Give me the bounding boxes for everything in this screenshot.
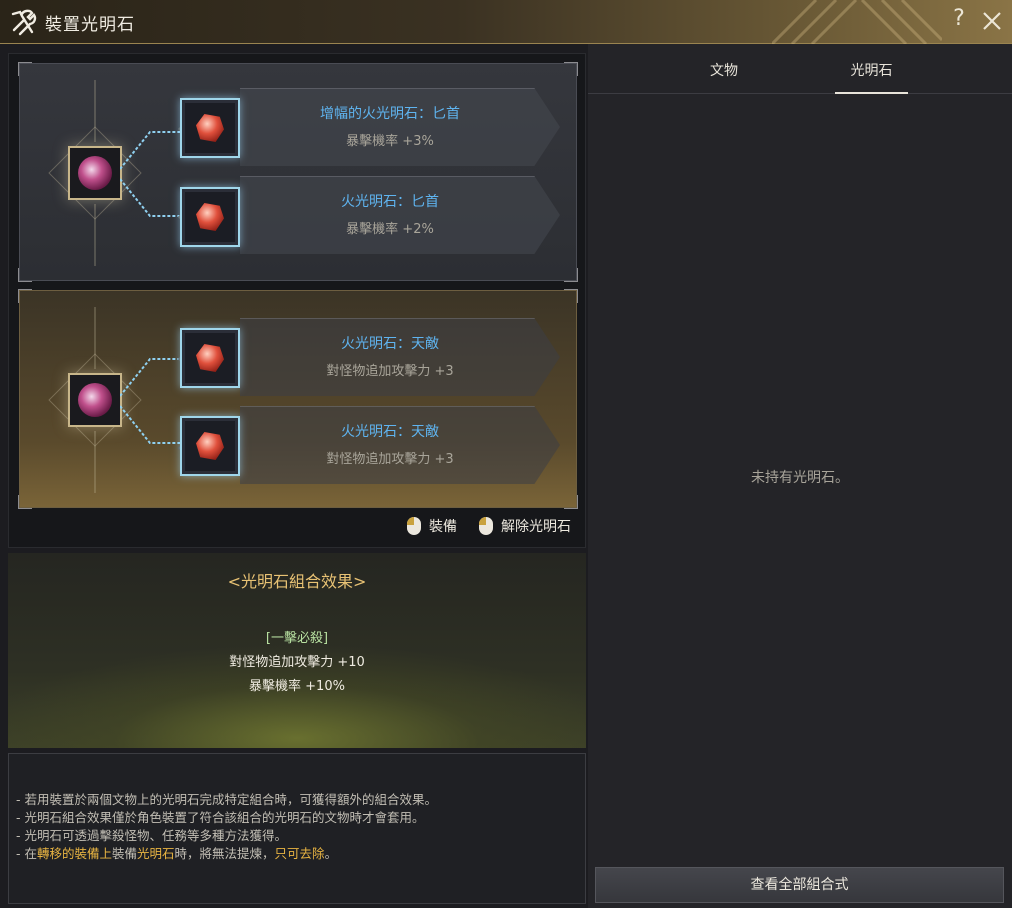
stone-name: 火光明石：匕首	[341, 194, 439, 210]
equip-hint-label: 裝備	[429, 519, 457, 535]
combo-name: [一擊必殺]	[265, 631, 329, 646]
combo-title: <光明石組合效果>	[227, 572, 367, 591]
stone-effect: 對怪物追加攻擊力 +3	[326, 364, 454, 379]
artifact-card-2: 火光明石：天敵 對怪物追加攻擊力 +3 火光明石：天敵 對怪物追加攻擊力 +3	[18, 289, 578, 509]
corner-decoration	[564, 268, 578, 282]
remove-hint[interactable]: 解除光明石	[479, 516, 571, 536]
stone-slot-2[interactable]	[180, 187, 240, 247]
mouse-left-click-icon	[407, 517, 421, 535]
stone-effect: 對怪物追加攻擊力 +3	[326, 452, 454, 467]
note-text: - 在	[16, 846, 37, 861]
stone-name: 增幅的火光明石：匕首	[320, 106, 460, 122]
artifact-slot[interactable]	[68, 373, 122, 427]
note-item: - 在轉移的裝備上裝備光明石時，將無法提煉，只可去除。	[16, 845, 437, 863]
corner-decoration	[18, 289, 32, 303]
artifact-slot[interactable]	[68, 146, 122, 200]
stone-banner-2: 火光明石：天敵 對怪物追加攻擊力 +3	[240, 406, 560, 484]
note-text: 時，將無法提煉，	[174, 846, 275, 861]
note-item: - 光明石組合效果僅於角色裝置了符合該組合的光明石的文物時才會套用。	[16, 810, 425, 825]
fire-stone-icon	[196, 432, 224, 460]
corner-decoration	[564, 62, 578, 76]
note-text: 。	[324, 846, 338, 861]
stone-slot-2[interactable]	[180, 416, 240, 476]
equip-hint[interactable]: 裝備	[407, 516, 457, 536]
stone-name: 火光明石：天敵	[341, 424, 439, 440]
stone-effect: 暴擊機率 +2%	[346, 222, 434, 237]
note-item: - 若用裝置於兩個文物上的光明石完成特定組合時，可獲得額外的組合效果。	[16, 792, 437, 807]
corner-decoration	[18, 62, 32, 76]
fire-stone-icon	[196, 344, 224, 372]
tab-artifacts[interactable]: 文物	[694, 60, 754, 94]
fire-stone-icon	[196, 203, 224, 231]
artifact-icon	[78, 156, 112, 190]
artifact-panel: 增幅的火光明石：匕首 暴擊機率 +3% 火光明石：匕首 暴擊機率 +2% 火光明…	[8, 53, 586, 548]
artifact-icon	[78, 383, 112, 417]
fire-stone-icon	[196, 114, 224, 142]
corner-decoration	[18, 268, 32, 282]
stone-name: 火光明石：天敵	[341, 336, 439, 352]
stone-slot-1[interactable]	[180, 328, 240, 388]
note-highlight: 只可去除	[274, 846, 325, 861]
remove-hint-label: 解除光明石	[501, 519, 571, 535]
tab-bar: 文物 光明石	[588, 44, 1012, 94]
corner-decoration	[18, 495, 32, 509]
note-text: 裝備	[112, 846, 138, 861]
corner-decoration	[564, 495, 578, 509]
note-highlight: 光明石	[137, 846, 175, 861]
inventory-panel: 文物 光明石 未持有光明石。 查看全部組合式	[588, 44, 1012, 908]
combo-effect-panel: <光明石組合效果> [一擊必殺] 對怪物追加攻擊力 +10 暴擊機率 +10%	[8, 553, 586, 748]
close-icon[interactable]	[979, 8, 1005, 34]
note-item: - 光明石可透過擊殺怪物、任務等多種方法獲得。	[16, 828, 287, 843]
mouse-hints: 裝備 解除光明石	[393, 515, 571, 537]
corner-decoration	[564, 289, 578, 303]
window-title: 裝置光明石	[45, 15, 135, 35]
stone-banner-2: 火光明石：匕首 暴擊機率 +2%	[240, 176, 560, 254]
mouse-right-click-icon	[479, 517, 493, 535]
notes-list: - 若用裝置於兩個文物上的光明石完成特定組合時，可獲得額外的組合效果。 - 光明…	[16, 791, 437, 863]
title-bar: 裝置光明石 ?	[0, 0, 1012, 44]
tab-light-stones[interactable]: 光明石	[835, 60, 908, 94]
tools-icon	[11, 9, 37, 36]
stone-slot-1[interactable]	[180, 98, 240, 158]
stone-effect: 暴擊機率 +3%	[346, 134, 434, 149]
empty-message: 未持有光明石。	[751, 470, 849, 486]
decorative-pattern	[772, 0, 942, 44]
combo-effect-line: 暴擊機率 +10%	[249, 679, 345, 694]
stone-banner-1: 火光明石：天敵 對怪物追加攻擊力 +3	[240, 318, 560, 396]
view-all-combinations-button[interactable]: 查看全部組合式	[595, 867, 1004, 903]
help-button[interactable]: ?	[948, 6, 970, 36]
note-highlight: 轉移的裝備上	[36, 846, 112, 861]
artifact-card-1: 增幅的火光明石：匕首 暴擊機率 +3% 火光明石：匕首 暴擊機率 +2%	[18, 62, 578, 282]
combo-effect-line: 對怪物追加攻擊力 +10	[229, 655, 365, 670]
notes-panel: - 若用裝置於兩個文物上的光明石完成特定組合時，可獲得額外的組合效果。 - 光明…	[8, 753, 586, 904]
stone-banner-1: 增幅的火光明石：匕首 暴擊機率 +3%	[240, 88, 560, 166]
